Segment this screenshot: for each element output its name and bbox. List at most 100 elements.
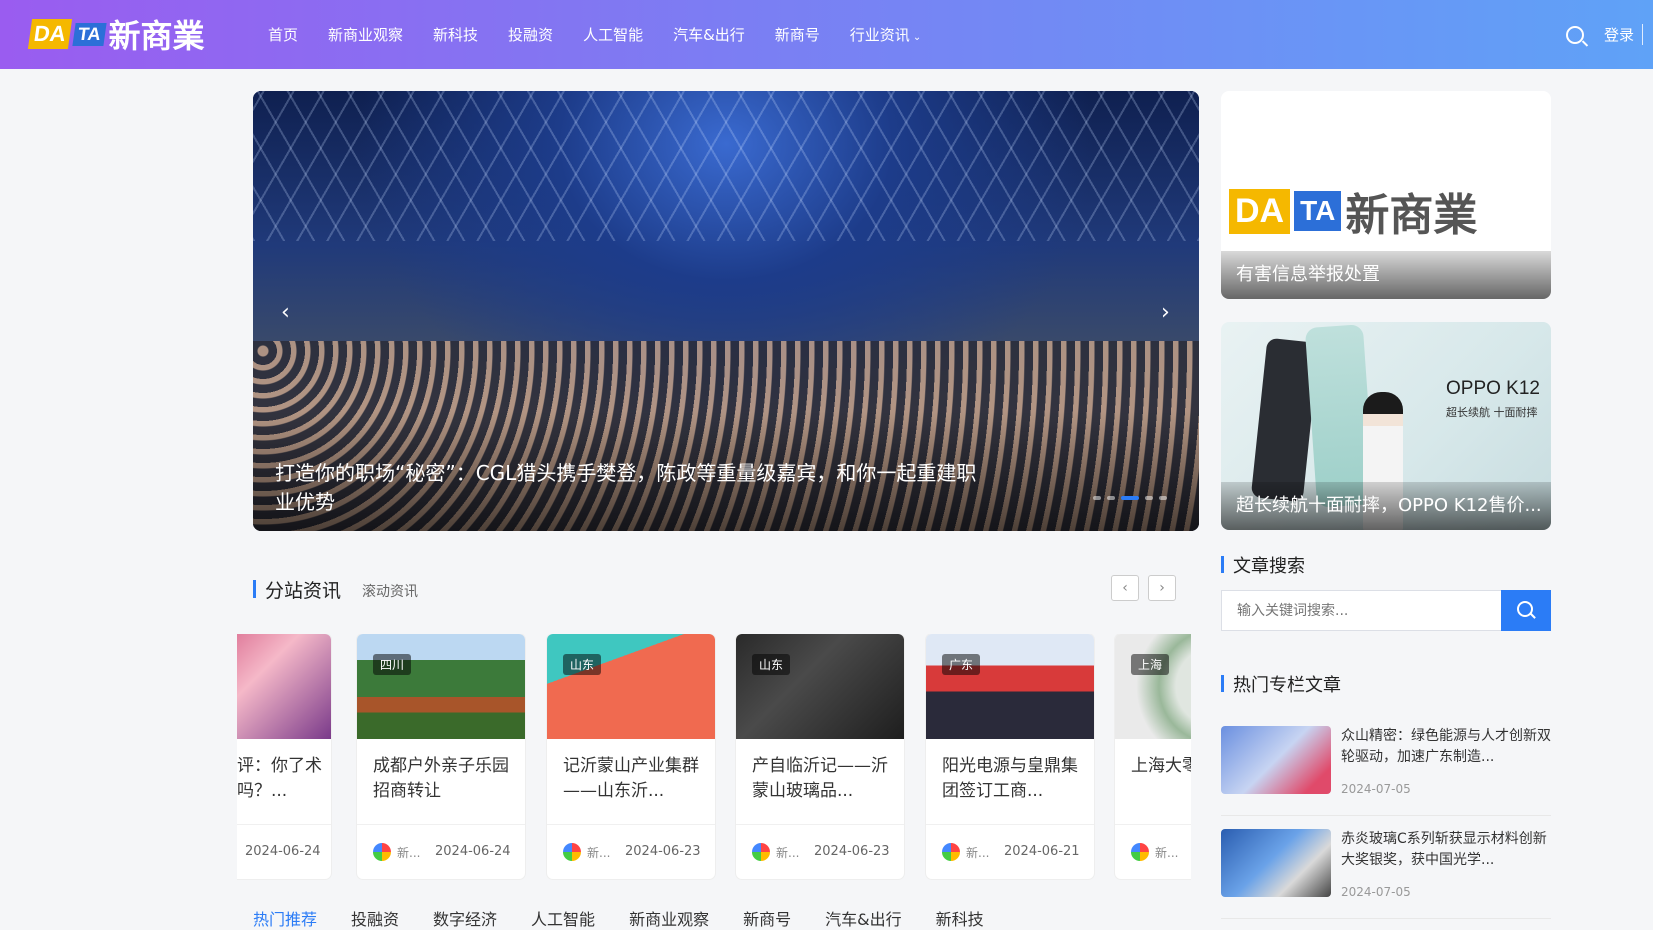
branch-card-image bbox=[736, 634, 904, 739]
branch-card-author: 新... bbox=[776, 846, 800, 860]
carousel-dot-active[interactable] bbox=[1121, 496, 1139, 500]
branch-card-title[interactable]: 阳光电源与皇鼎集团签订工商... bbox=[942, 754, 1082, 804]
branch-card-image bbox=[1115, 634, 1191, 739]
hot-article-thumb bbox=[1221, 726, 1331, 794]
nav-brands[interactable]: 新商号 bbox=[775, 24, 820, 45]
hot-article[interactable]: 赤炎玻璃C系列斩获显示材料创新大奖银奖，获中国光学... 2024-07-05 bbox=[1221, 829, 1551, 919]
branch-card[interactable]: 山东 记沂蒙山产业集群——山东沂... 新... 2024-06-23 bbox=[547, 634, 715, 879]
branch-card-region-tag: 山东 bbox=[752, 654, 791, 675]
carousel-dot[interactable] bbox=[1093, 496, 1101, 500]
search-button[interactable] bbox=[1501, 590, 1551, 631]
side-card-report[interactable]: DA TA 新商業 有害信息举报处置 bbox=[1221, 91, 1551, 299]
carousel-dot[interactable] bbox=[1159, 496, 1167, 500]
branch-card-date: 2024-06-21 bbox=[1004, 844, 1080, 859]
tab-hot[interactable]: 热门推荐 bbox=[253, 906, 317, 930]
carousel-prev-icon[interactable]: ‹ bbox=[281, 300, 290, 325]
branch-card-region-tag: 四川 bbox=[373, 654, 412, 675]
tab-tech[interactable]: 新科技 bbox=[936, 906, 984, 930]
hot-article-date: 2024-07-05 bbox=[1341, 885, 1411, 899]
branch-card-region-tag: 山东 bbox=[563, 654, 602, 675]
branch-card-date: 2024-06-24 bbox=[435, 844, 511, 859]
branch-card-footer: 新... 2024-06-21 bbox=[926, 824, 1094, 879]
branch-prev-button[interactable]: ‹ bbox=[1111, 575, 1139, 601]
hero-carousel[interactable]: 打造你的职场“秘密”：CGL猎头携手樊登，陈政等重量级嘉宾，和你一起重建职业优势 bbox=[253, 91, 1199, 531]
carousel-dots bbox=[1093, 496, 1167, 500]
branch-card-title[interactable]: 成都户外亲子乐园招商转让 bbox=[373, 754, 513, 804]
branch-card[interactable]: 上海 上海大零加速迈向 新... bbox=[1115, 634, 1191, 879]
oppo-slogan: 超长续航 十面耐摔 bbox=[1446, 406, 1538, 419]
side-logo-cn: 新商業 bbox=[1345, 190, 1478, 241]
tab-auto[interactable]: 汽车&出行 bbox=[825, 906, 901, 930]
branch-card-image bbox=[926, 634, 1094, 739]
category-tabs: 热门推荐 投融资 数字经济 人工智能 新商业观察 新商号 汽车&出行 新科技 bbox=[253, 906, 984, 930]
hot-article-title[interactable]: 众山精密：绿色能源与人才创新双轮驱动，加速广东制造... bbox=[1341, 726, 1551, 768]
branch-card-footer: 新... 2024-06-24 bbox=[357, 824, 525, 879]
hot-article[interactable]: 众山精密：绿色能源与人才创新双轮驱动，加速广东制造... 2024-07-05 bbox=[1221, 726, 1551, 816]
header-actions: 登录 bbox=[1565, 0, 1643, 69]
carousel-next-icon[interactable]: › bbox=[1161, 300, 1170, 325]
carousel-dot[interactable] bbox=[1145, 496, 1153, 500]
carousel-dot[interactable] bbox=[1107, 496, 1115, 500]
nav-business-observation[interactable]: 新商业观察 bbox=[328, 24, 403, 45]
side-card-oppo[interactable]: OPPO K12 超长续航 十面耐摔 超长续航十面耐摔，OPPO K12售价..… bbox=[1221, 322, 1551, 530]
hero-caption[interactable]: 打造你的职场“秘密”：CGL猎头携手樊登，陈政等重量级嘉宾，和你一起重建职业优势 bbox=[275, 459, 995, 517]
nav-tech[interactable]: 新科技 bbox=[433, 24, 478, 45]
author-avatar bbox=[563, 843, 581, 861]
side-card-logo: DA TA 新商業 bbox=[1229, 179, 1477, 243]
branch-card-image bbox=[237, 634, 331, 739]
branch-card[interactable]: 四川 成都户外亲子乐园招商转让 新... 2024-06-24 bbox=[357, 634, 525, 879]
side-card-caption[interactable]: 超长续航十面耐摔，OPPO K12售价... bbox=[1221, 482, 1551, 530]
tab-investment[interactable]: 投融资 bbox=[351, 906, 399, 930]
oppo-brand: OPPO K12 bbox=[1446, 378, 1540, 399]
nav-home[interactable]: 首页 bbox=[268, 24, 298, 45]
hot-article-date: 2024-07-05 bbox=[1341, 782, 1411, 796]
branch-card-title[interactable]: 评：你了术吗？... bbox=[237, 754, 327, 804]
tab-digital-economy[interactable]: 数字经济 bbox=[433, 906, 497, 930]
branch-card-image bbox=[357, 634, 525, 739]
branch-card-footer: 新... 2024-06-23 bbox=[547, 824, 715, 879]
tab-business-observation[interactable]: 新商业观察 bbox=[629, 906, 709, 930]
branch-card-region-tag: 广东 bbox=[942, 654, 981, 675]
tab-brands[interactable]: 新商号 bbox=[743, 906, 791, 930]
branch-card-title[interactable]: 上海大零加速迈向 bbox=[1131, 754, 1191, 779]
branch-news-subtitle: 滚动资讯 bbox=[362, 584, 418, 600]
logo-cn: 新商業 bbox=[108, 17, 205, 55]
author-avatar bbox=[373, 843, 391, 861]
tab-ai[interactable]: 人工智能 bbox=[531, 906, 595, 930]
branch-next-button[interactable]: › bbox=[1148, 575, 1176, 601]
branch-card-region-tag: 上海 bbox=[1131, 654, 1170, 675]
branch-card-date: 2024-06-23 bbox=[625, 844, 701, 859]
nav-ai[interactable]: 人工智能 bbox=[583, 24, 643, 45]
hero-image-truss bbox=[253, 91, 1199, 241]
branch-card-footer: 2024-06-24 bbox=[237, 824, 331, 879]
chevron-down-icon: ⌄ bbox=[912, 32, 922, 43]
branch-card-author: 新... bbox=[1155, 846, 1179, 860]
branch-card-title[interactable]: 记沂蒙山产业集群——山东沂... bbox=[563, 754, 703, 804]
logo-ta: TA bbox=[72, 22, 107, 46]
hot-article-thumb bbox=[1221, 829, 1331, 897]
site-logo[interactable]: DA TA 新商業 bbox=[27, 12, 210, 56]
side-card-caption[interactable]: 有害信息举报处置 bbox=[1221, 251, 1551, 299]
branch-card-title[interactable]: 产自临沂记——沂蒙山玻璃品... bbox=[752, 754, 892, 804]
nav-investment[interactable]: 投融资 bbox=[508, 24, 553, 45]
branch-card-image bbox=[547, 634, 715, 739]
search-icon[interactable] bbox=[1565, 25, 1584, 44]
login-link[interactable]: 登录 bbox=[1604, 24, 1643, 45]
author-avatar bbox=[942, 843, 960, 861]
author-avatar bbox=[1131, 843, 1149, 861]
branch-card[interactable]: 山东 产自临沂记——沂蒙山玻璃品... 新... 2024-06-23 bbox=[736, 634, 904, 879]
branch-card-footer: 新... 2024-06-23 bbox=[736, 824, 904, 879]
nav-industry[interactable]: 行业资讯 ⌄ bbox=[850, 24, 921, 45]
search-input[interactable] bbox=[1222, 591, 1500, 630]
branch-card-author: 新... bbox=[966, 846, 990, 860]
branch-card[interactable]: 广东 阳光电源与皇鼎集团签订工商... 新... 2024-06-21 bbox=[926, 634, 1094, 879]
logo-da: DA bbox=[27, 19, 72, 49]
nav-industry-label: 行业资讯 bbox=[849, 26, 910, 44]
side-logo-ta: TA bbox=[1294, 191, 1342, 231]
branch-card-author: 新... bbox=[587, 846, 611, 860]
branch-card[interactable]: 评：你了术吗？... 2024-06-24 bbox=[237, 634, 331, 879]
search-title: 文章搜索 bbox=[1221, 552, 1305, 578]
hot-article-title[interactable]: 赤炎玻璃C系列斩获显示材料创新大奖银奖，获中国光学... bbox=[1341, 829, 1551, 871]
nav-auto[interactable]: 汽车&出行 bbox=[673, 24, 745, 45]
branch-news-title: 分站资讯 bbox=[253, 576, 341, 603]
